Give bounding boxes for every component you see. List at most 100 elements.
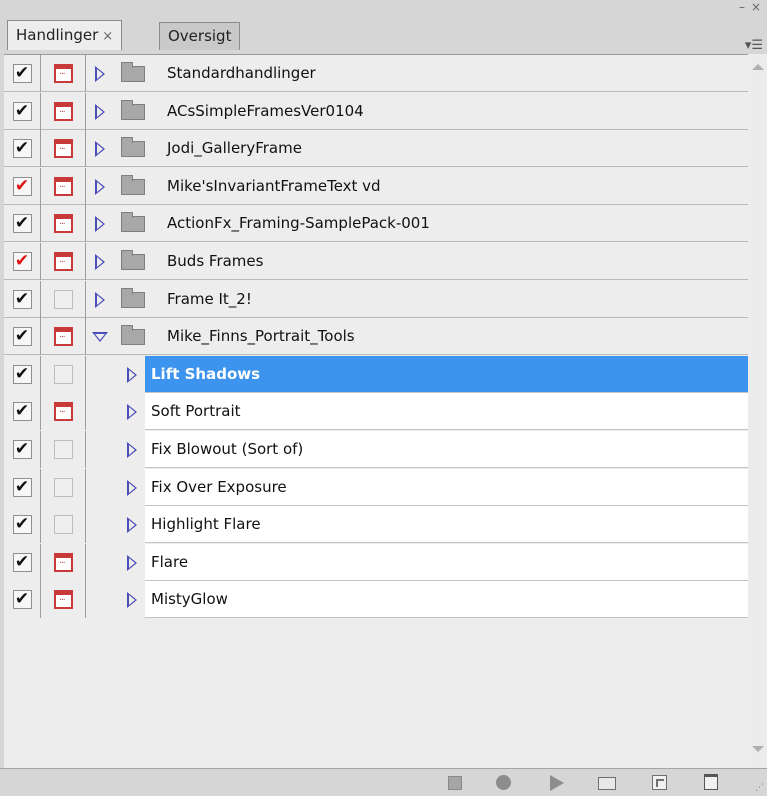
new-action-icon[interactable] [652,775,667,790]
dialog-toggle-icon[interactable] [54,139,73,159]
new-set-icon[interactable] [598,777,616,790]
dialog-toggle-icon[interactable] [54,252,73,271]
scroll-up-icon[interactable] [752,64,764,70]
panel-menu-icon[interactable]: ▾☰ [745,38,763,53]
action-set-row[interactable]: ✔ Buds Frames [4,243,748,280]
action-set-row[interactable]: ✔ Standardhandlinger [4,55,748,92]
action-content: Soft Portrait [87,393,748,431]
toggle-cell: ✔ [4,205,41,243]
action-row[interactable]: ✔ Lift Shadows [4,355,748,393]
action-set-row[interactable]: ✔ Frame It_2! [4,280,748,318]
toggle-checkbox[interactable]: ✔ [12,552,32,572]
action-label: Fix Blowout (Sort of) [151,440,304,458]
dialog-toggle-icon[interactable] [54,64,73,83]
toggle-cell: ✔ [4,581,41,619]
dialog-toggle-empty[interactable] [54,515,73,535]
action-row[interactable]: ✔ Soft Portrait [4,393,748,431]
resize-grip-icon[interactable]: ⋰ [755,783,764,793]
action-label: Lift Shadows [151,364,261,383]
dialog-cell [42,130,86,168]
set-content: ActionFx_Framing-SamplePack-001 [87,205,748,242]
action-set-row[interactable]: ✔ Mike'sInvariantFrameText vd [4,167,748,205]
bottom-toolbar: ⋰ [0,768,767,796]
toggle-checkbox[interactable]: ✔ [12,139,32,159]
dialog-cell [42,431,86,468]
expand-triangle-icon[interactable] [127,366,137,383]
dialog-toggle-icon[interactable] [54,176,73,196]
toggle-checkbox[interactable]: ✔ [12,590,32,610]
action-row[interactable]: ✔ Flare [4,543,748,581]
scrollbar[interactable] [748,54,767,768]
dialog-toggle-icon[interactable] [54,590,73,610]
expand-triangle-icon[interactable] [95,141,105,158]
dialog-toggle-icon[interactable] [54,101,73,121]
action-row[interactable]: ✔ Fix Over Exposure [4,468,748,506]
expand-triangle-icon[interactable] [127,404,137,421]
expand-triangle-icon[interactable] [95,291,105,308]
expand-triangle-icon[interactable] [95,103,105,120]
dialog-toggle-empty[interactable] [54,477,73,497]
collapse-triangle-icon[interactable] [92,332,108,343]
dialog-cell [42,355,86,393]
expand-triangle-icon[interactable] [127,479,137,496]
action-set-row[interactable]: ✔ ActionFx_Framing-SamplePack-001 [4,205,748,243]
toggle-checkbox[interactable]: ✔ [12,327,32,347]
dialog-toggle-icon[interactable] [54,214,73,234]
toggle-checkbox[interactable]: ✔ [12,214,32,234]
expand-triangle-icon[interactable] [95,66,105,82]
dialog-cell [42,318,86,356]
folder-icon [121,212,145,233]
play-icon[interactable] [550,775,564,791]
folder-icon [121,325,145,346]
dialog-cell [42,55,86,92]
dialog-cell [42,280,86,318]
toggle-cell: ✔ [4,92,41,130]
toggle-checkbox[interactable]: ✔ [12,64,32,83]
dialog-cell [42,506,86,544]
dialog-toggle-icon[interactable] [54,402,73,422]
expand-triangle-icon[interactable] [95,216,105,233]
tab-handlinger[interactable]: Handlinger × [7,20,123,50]
toggle-cell: ✔ [4,55,41,92]
toggle-checkbox[interactable]: ✔ [12,515,32,535]
expand-triangle-icon[interactable] [127,517,137,534]
actions-panel: – × Handlinger× Oversigt ▾☰ ✔Standardhan… [0,0,767,796]
folder-icon [121,287,145,308]
delete-icon[interactable] [704,774,718,790]
dialog-toggle-empty[interactable] [54,364,73,384]
record-icon[interactable] [496,775,511,790]
toggle-checkbox[interactable]: ✔ [12,252,32,271]
stop-icon[interactable] [448,776,462,790]
toggle-checkbox[interactable]: ✔ [12,176,32,196]
toggle-checkbox[interactable]: ✔ [12,289,32,309]
dialog-toggle-icon[interactable] [54,327,73,347]
toggle-checkbox[interactable]: ✔ [12,402,32,422]
toggle-checkbox[interactable]: ✔ [12,101,32,121]
toggle-checkbox[interactable]: ✔ [12,477,32,497]
action-set-row[interactable]: ✔ ACsSimpleFramesVer0104 [4,92,748,130]
action-row[interactable]: ✔ Highlight Flare [4,506,748,544]
folder-icon [121,62,145,82]
action-row[interactable]: ✔ MistyGlow [4,581,748,619]
action-set-row[interactable]: ✔ Mike_Finns_Portrait_Tools [4,318,748,356]
folder-icon [121,174,145,195]
tab-label: Handlinger [16,26,99,44]
scroll-down-icon[interactable] [752,746,764,752]
dialog-toggle-empty[interactable] [54,440,73,459]
expand-triangle-icon[interactable] [127,592,137,609]
set-label: Mike_Finns_Portrait_Tools [167,327,355,346]
set-label: Frame It_2! [167,289,252,308]
dialog-cell [42,581,86,619]
expand-triangle-icon[interactable] [95,254,105,270]
action-set-row[interactable]: ✔ Jodi_GalleryFrame [4,130,748,168]
toggle-checkbox[interactable]: ✔ [12,364,32,384]
tab-oversigt[interactable]: Oversigt [159,22,241,50]
expand-triangle-icon[interactable] [95,178,105,195]
dialog-toggle-icon[interactable] [54,552,73,572]
expand-triangle-icon[interactable] [127,554,137,571]
action-row[interactable]: ✔ Fix Blowout (Sort of) [4,431,748,468]
expand-triangle-icon[interactable] [127,442,137,458]
toggle-checkbox[interactable]: ✔ [12,440,32,459]
dialog-toggle-empty[interactable] [54,289,73,309]
tab-close-icon[interactable]: × [102,29,113,44]
